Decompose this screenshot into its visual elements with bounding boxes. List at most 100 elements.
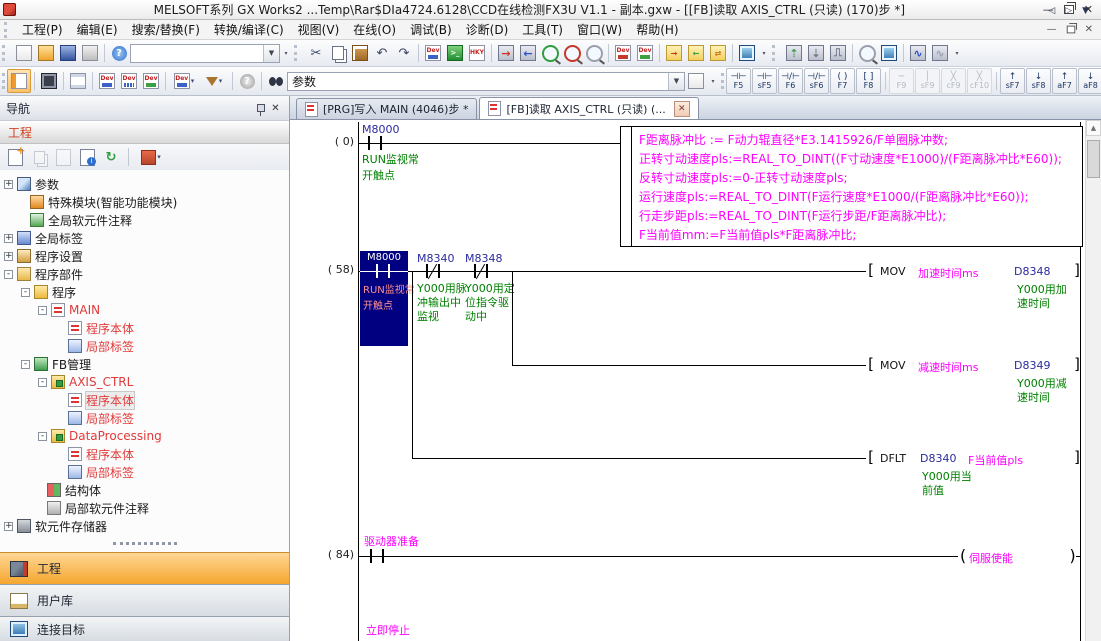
bottom-tab-project[interactable]: 工程	[0, 552, 289, 584]
watch-button[interactable]	[856, 42, 878, 64]
sampling-trace-button[interactable]: ∿	[907, 42, 929, 64]
tree-item-special-module[interactable]: 特殊模块(智能功能模块)	[0, 193, 289, 211]
tree-item-fb-manage[interactable]: -FB管理	[0, 355, 289, 373]
skip-execution-button[interactable]: ⎍	[827, 42, 849, 64]
output-window-button[interactable]	[67, 70, 89, 92]
expand-toggle[interactable]: +	[4, 522, 13, 531]
find-button[interactable]	[265, 70, 287, 92]
instruction-mov[interactable]: MOV	[880, 265, 905, 278]
expand-toggle[interactable]	[55, 414, 64, 423]
ladder-rising-pulse-button[interactable]: ↑sF7	[1000, 68, 1025, 94]
tree-item-axis-ctrl-body[interactable]: 程序本体	[0, 391, 289, 409]
tree-item-global-label[interactable]: +全局标签	[0, 229, 289, 247]
expand-toggle[interactable]	[55, 396, 64, 405]
ladder-or-open-contact-button[interactable]: ⊣⊢sF5	[752, 68, 777, 94]
tree-item-device-memory[interactable]: +软元件存储器	[0, 517, 289, 535]
save-project-button[interactable]	[57, 42, 79, 64]
navigation-window-toggle[interactable]	[7, 69, 31, 93]
verify-comment-button[interactable]: ⇄	[707, 42, 729, 64]
panel-close-button[interactable]: ✕	[268, 101, 283, 116]
expand-toggle[interactable]: -	[38, 432, 47, 441]
menu-project[interactable]: 工程(P)	[15, 19, 70, 40]
expand-toggle[interactable]: -	[38, 378, 47, 387]
combobox-dropdown-icon[interactable]: ▼	[263, 45, 279, 62]
tree-item-dataprocessing[interactable]: -DataProcessing	[0, 427, 289, 445]
coil-label[interactable]: 伺服使能	[969, 550, 1013, 566]
sort-filter-button[interactable]: ▾	[136, 147, 166, 167]
tree-item-main[interactable]: -MAIN	[0, 301, 289, 319]
expand-toggle[interactable]	[55, 468, 64, 477]
intelligent-module-button[interactable]	[38, 70, 60, 92]
expand-toggle[interactable]	[17, 216, 26, 225]
tree-item-axis-ctrl-local-label[interactable]: 局部标签	[0, 409, 289, 427]
expand-toggle[interactable]	[55, 450, 64, 459]
mdi-close-button[interactable]: ✕	[1085, 24, 1093, 35]
step-execution-button[interactable]: ⇡	[783, 42, 805, 64]
undo-button[interactable]: ↶	[371, 42, 393, 64]
ladder-or-falling-pulse-button[interactable]: ↓aF8	[1078, 68, 1101, 94]
menu-online[interactable]: 在线(O)	[346, 19, 403, 40]
watch-dropdown-icon[interactable]: ▾	[191, 77, 195, 85]
refresh-button[interactable]: ↻	[101, 147, 121, 167]
bottom-tab-connection[interactable]: 连接目标	[0, 616, 289, 641]
device-write-button[interactable]: Dev	[612, 42, 634, 64]
operand-device-d8349[interactable]: D8349	[1014, 359, 1050, 372]
scrollbar-thumb[interactable]	[1087, 140, 1100, 178]
step-stop-button[interactable]: ⇣	[805, 42, 827, 64]
menu-help[interactable]: 帮助(H)	[629, 19, 685, 40]
remote-operation-button[interactable]	[736, 42, 758, 64]
device-read-button[interactable]: Dev	[634, 42, 656, 64]
copy-button[interactable]	[327, 42, 349, 64]
ladder-application-button[interactable]: [ ]F8	[856, 68, 881, 94]
graph-button[interactable]: ∿	[929, 42, 951, 64]
monitor-start-button[interactable]	[539, 42, 561, 64]
sort-dropdown-icon[interactable]: ▾	[157, 153, 161, 161]
tab-axis-ctrl-readonly[interactable]: [FB]读取 AXIS_CTRL (只读) (... ✕	[479, 97, 698, 119]
ladder-vline-button[interactable]: │sF9	[915, 68, 940, 94]
editor-vertical-scrollbar[interactable]: ▲	[1085, 120, 1101, 641]
expand-toggle[interactable]	[55, 324, 64, 333]
instruction-dflt[interactable]: DFLT	[880, 452, 906, 465]
menu-view[interactable]: 视图(V)	[291, 19, 347, 40]
operand-label[interactable]: F当前值pls	[968, 452, 1023, 468]
tree-item-program-folder[interactable]: -程序	[0, 283, 289, 301]
camera-button[interactable]	[878, 42, 900, 64]
tab-scroll-left-button[interactable]: ◁	[1048, 6, 1055, 16]
menu-debug[interactable]: 调试(B)	[403, 19, 459, 40]
mdi-minimize-button[interactable]: —	[1047, 24, 1057, 35]
tree-item-pou[interactable]: -程序部件	[0, 265, 289, 283]
find-target-combobox[interactable]: 参数 ▼	[287, 72, 685, 91]
toolbar-overflow-button[interactable]: ▾	[758, 51, 770, 56]
help-dim-button[interactable]: ?	[236, 70, 258, 92]
expand-toggle[interactable]: +	[4, 252, 13, 261]
ladder-delete-vline-button[interactable]: ╳cF10	[967, 68, 992, 94]
tree-item-parameter[interactable]: +参数	[0, 175, 289, 193]
menu-compile[interactable]: 转换/编译(C)	[207, 19, 291, 40]
device-comment-list-button[interactable]: Dev	[96, 70, 118, 92]
monitor-stop-button[interactable]	[561, 42, 583, 64]
operand-label[interactable]: 减速时间ms	[918, 359, 978, 375]
contact-label[interactable]: 驱动器准备	[364, 533, 419, 549]
read-comment-button[interactable]: ←	[685, 42, 707, 64]
device-comment-button[interactable]: Dev	[422, 42, 444, 64]
data-property-button[interactable]: i	[77, 147, 97, 167]
expand-toggle[interactable]: -	[38, 306, 47, 315]
tree-item-main-local-label[interactable]: 局部标签	[0, 337, 289, 355]
tab-list-button[interactable]: ▼	[1082, 6, 1089, 16]
tree-item-main-body[interactable]: 程序本体	[0, 319, 289, 337]
tree-item-dataprocessing-local-label[interactable]: 局部标签	[0, 463, 289, 481]
tab-main-program[interactable]: [PRG]写入 MAIN (4046)步 *	[296, 98, 477, 119]
device-memory-button[interactable]: Dev	[118, 70, 140, 92]
mdi-restore-button[interactable]	[1066, 26, 1075, 34]
menu-window[interactable]: 窗口(W)	[570, 19, 629, 40]
project-data-combobox[interactable]: ▼	[130, 44, 280, 63]
operand-label[interactable]: 加速时间ms	[918, 265, 978, 281]
instruction-mov[interactable]: MOV	[880, 359, 905, 372]
tab-close-button[interactable]: ✕	[674, 101, 690, 117]
expand-toggle[interactable]	[17, 198, 26, 207]
help-button[interactable]: ?	[108, 42, 130, 64]
combobox-dropdown-icon[interactable]: ▼	[668, 73, 684, 90]
pin-button[interactable]	[253, 101, 268, 116]
new-project-button[interactable]	[13, 42, 35, 64]
open-project-button[interactable]	[35, 42, 57, 64]
